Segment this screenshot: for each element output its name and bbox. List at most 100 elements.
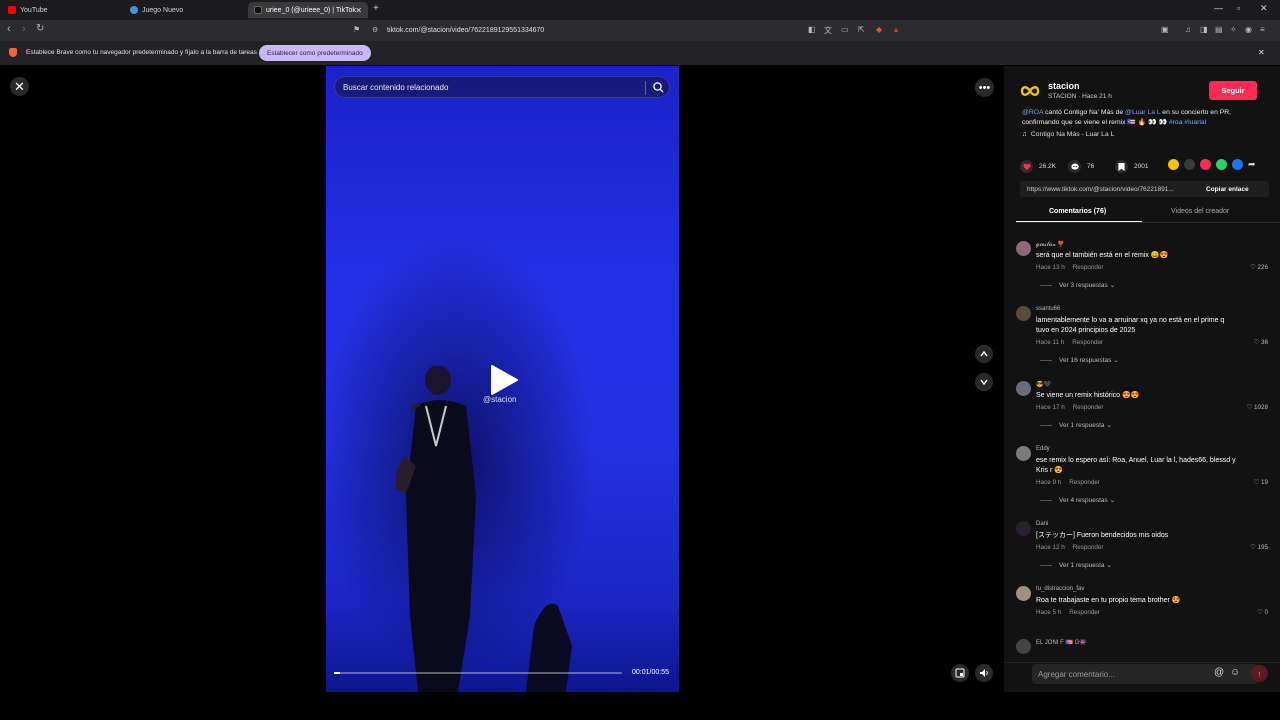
address-bar[interactable]: ⚙ tiktok.com/@stacion/video/762218912955… [364, 23, 904, 38]
search-icon[interactable] [652, 81, 665, 94]
tab-tiktok[interactable]: uriee_0 (@urieee_0) | TikTok ✕ [248, 2, 368, 18]
send-comment-button[interactable]: ↑ [1251, 665, 1268, 682]
extensions-icon[interactable]: ▤ [1215, 25, 1223, 34]
previous-video-button[interactable] [975, 345, 993, 363]
comment-text: ese remix lo espero así: Roa, Anuel, Lua… [1036, 457, 1236, 474]
whatsapp-icon[interactable] [1216, 159, 1227, 170]
reply-button[interactable]: Responder [1073, 544, 1104, 551]
commenter-avatar[interactable] [1016, 306, 1031, 321]
reply-button[interactable]: Responder [1072, 339, 1103, 346]
maximize-button[interactable]: ▫ [1237, 3, 1240, 13]
browser-tab-bar: YouTube Juego Nuevo uriee_0 (@urieee_0) … [0, 0, 1280, 20]
follow-button[interactable]: Seguir [1209, 81, 1257, 100]
volume-button[interactable] [975, 664, 993, 682]
reload-button[interactable]: ↻ [36, 23, 44, 34]
commenter-name[interactable]: Eddy [1036, 446, 1050, 452]
reader-icon[interactable]: ◧ [808, 25, 816, 34]
reply-button[interactable]: Responder [1073, 404, 1104, 411]
music-icon[interactable]: ♫ [1185, 25, 1191, 34]
commenter-name[interactable]: 𝓰𝓲𝓮𝓼𝓵𝓪𝔁 ❣️ [1036, 241, 1065, 249]
author-avatar[interactable] [1018, 79, 1042, 103]
commenter-name[interactable]: EL JONI F 🇵🇷 G👾 [1036, 639, 1087, 646]
mention-link[interactable]: @ROA [1022, 109, 1043, 116]
video-player[interactable]: @stacion 00:01/00:55 [326, 66, 679, 692]
view-replies-button[interactable]: Ver 3 respuestas ⌄ [1040, 281, 1115, 289]
commenter-avatar[interactable] [1016, 586, 1031, 601]
wallet-icon[interactable]: ▣ [1161, 25, 1169, 34]
commenter-avatar[interactable] [1016, 639, 1031, 654]
puzzle-icon[interactable]: ✧ [1230, 25, 1237, 34]
commenter-name[interactable]: tu_distraccion_fav [1036, 586, 1084, 592]
set-default-button[interactable]: Establecer como predeterminado [259, 45, 371, 61]
reply-button[interactable]: Responder [1069, 609, 1100, 616]
reply-button[interactable]: Responder [1069, 479, 1100, 486]
next-video-button[interactable] [975, 373, 993, 391]
forward-button[interactable]: › [22, 23, 26, 35]
facebook-icon[interactable] [1232, 159, 1243, 170]
embed-icon[interactable] [1184, 159, 1195, 170]
mention-link[interactable]: @Luar La L [1125, 109, 1160, 116]
related-search-bar[interactable] [334, 76, 670, 98]
save-stat[interactable]: 2001 [1115, 160, 1148, 173]
comment-like[interactable]: ♡ 36 [1254, 339, 1268, 346]
bookmark-icon[interactable]: ⚑ [353, 25, 360, 34]
close-video-button[interactable]: ✕ [10, 77, 29, 96]
back-button[interactable]: ‹ [7, 23, 11, 35]
hashtag-links[interactable]: #roa #luarlal [1169, 119, 1206, 126]
like-stat[interactable]: 26.2K [1020, 160, 1056, 173]
more-options-button[interactable]: ••• [975, 78, 994, 97]
new-tab-button[interactable]: + [373, 3, 379, 14]
commenter-avatar[interactable] [1016, 381, 1031, 396]
commenter-name[interactable]: ssantu66 [1036, 306, 1060, 312]
close-infobar-icon[interactable]: ✕ [1258, 48, 1265, 57]
music-link[interactable]: ♫ Contigo Na Más - Luar La L [1022, 131, 1114, 138]
minimize-button[interactable]: — [1214, 3, 1223, 13]
related-search-input[interactable] [343, 82, 633, 92]
play-icon[interactable] [489, 364, 519, 396]
view-replies-button[interactable]: Ver 4 respuestas ⌄ [1040, 496, 1115, 504]
commenter-name[interactable]: 😎🖤 [1036, 381, 1051, 388]
tab-youtube[interactable]: YouTube [2, 2, 122, 18]
tab-juego-nuevo[interactable]: Juego Nuevo [124, 2, 246, 18]
commenter-name[interactable]: Dani [1036, 521, 1048, 527]
vpn-icon[interactable]: ◉ [1245, 25, 1252, 34]
send-to-friends-icon[interactable] [1200, 159, 1211, 170]
emoji-icon[interactable]: ☺ [1230, 667, 1240, 678]
share-icon[interactable]: ⇱ [858, 25, 865, 34]
view-replies-button[interactable]: Ver 16 respuestas ⌄ [1040, 356, 1119, 364]
tab-comments[interactable]: Comentarios (76) [1049, 208, 1106, 215]
commenter-avatar[interactable] [1016, 521, 1031, 536]
commenter-avatar[interactable] [1016, 446, 1031, 461]
cast-icon[interactable]: ▭ [841, 25, 849, 34]
comment-stat[interactable]: 76 [1068, 160, 1094, 173]
brave-shield-icon[interactable]: ◆ [876, 25, 882, 34]
commenter-avatar[interactable] [1016, 241, 1031, 256]
comment-like[interactable]: ♡ 0 [1257, 609, 1268, 616]
view-replies-button[interactable]: Ver 1 respuesta ⌄ [1040, 561, 1112, 569]
comment-text: lamentablemente lo va a arruinar xq ya n… [1036, 317, 1225, 334]
close-window-button[interactable]: ✕ [1260, 3, 1268, 14]
view-replies-button[interactable]: Ver 1 respuesta ⌄ [1040, 421, 1112, 429]
brave-rewards-icon[interactable]: ▲ [892, 25, 900, 34]
author-meta: STACION · Hace 21 h [1048, 93, 1112, 100]
comment-input[interactable] [1038, 669, 1208, 679]
comment-like[interactable]: ♡ 1028 [1247, 404, 1268, 411]
repost-icon[interactable] [1168, 159, 1179, 170]
sidebar-icon[interactable]: ◨ [1200, 25, 1208, 34]
reply-button[interactable]: Responder [1073, 264, 1104, 271]
menu-icon[interactable]: ≡ [1260, 25, 1265, 34]
site-info-icon[interactable]: ⚙ [372, 26, 378, 34]
tab-creator-videos[interactable]: Videos del creador [1171, 208, 1229, 215]
mention-icon[interactable]: @ [1214, 667, 1224, 678]
comment-like[interactable]: ♡ 19 [1254, 479, 1268, 486]
comment-box[interactable]: @ ☺ [1032, 664, 1258, 684]
comment-like[interactable]: ♡ 226 [1250, 264, 1268, 271]
close-tab-icon[interactable]: ✕ [355, 6, 362, 15]
author-name[interactable]: stacion [1048, 81, 1080, 91]
video-progress-bar[interactable] [334, 672, 622, 674]
copy-link-button[interactable]: Copiar enlace [1206, 186, 1249, 193]
comment-like[interactable]: ♡ 195 [1250, 544, 1268, 551]
translate-icon[interactable]: 文 [824, 25, 832, 36]
floating-player-button[interactable] [951, 664, 969, 682]
more-share-icon[interactable]: ➦ [1248, 159, 1256, 170]
